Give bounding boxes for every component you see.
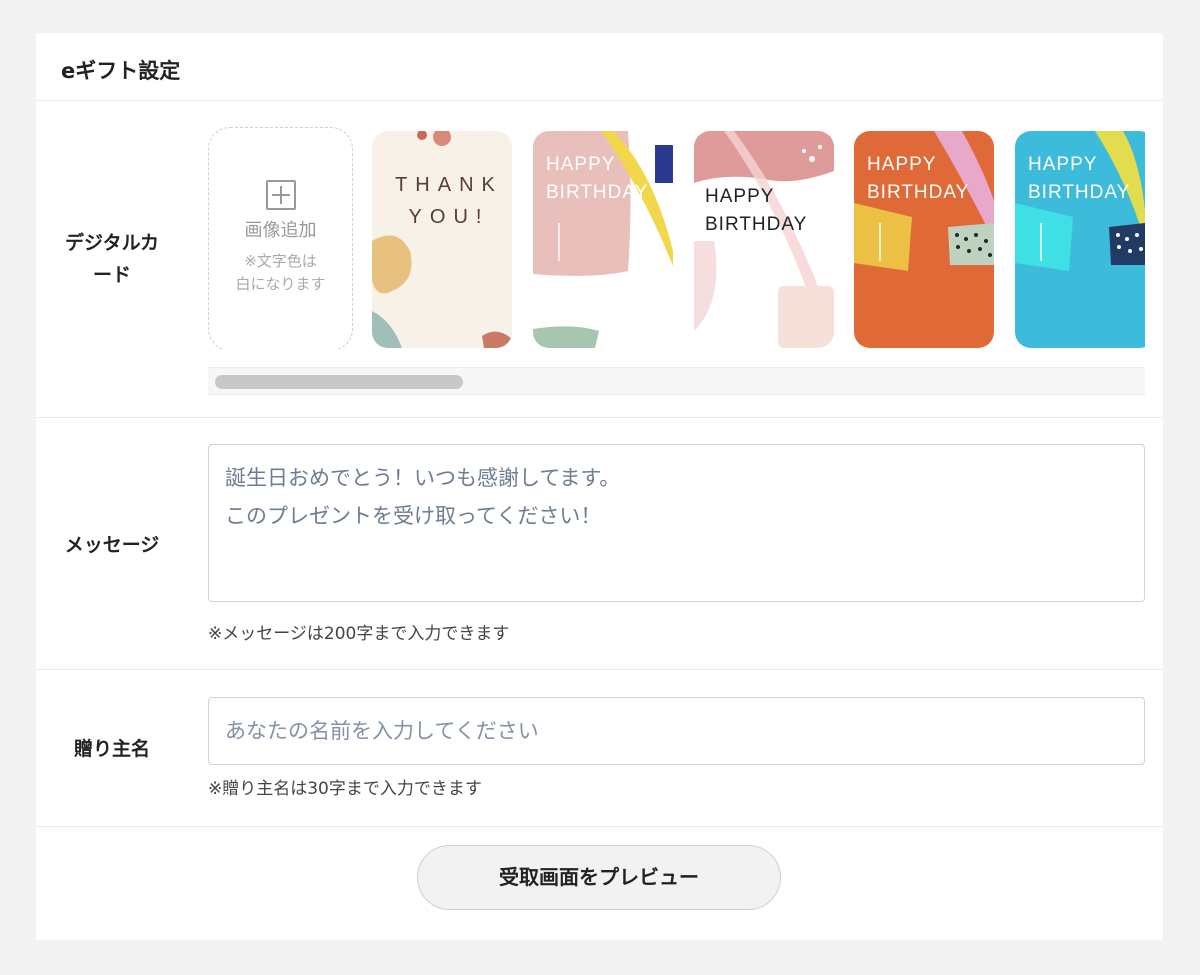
card-birthday-white-art <box>694 131 834 348</box>
card-birthday-blue-text: HAPPY BIRTHDAY <box>1028 154 1131 203</box>
add-image-button[interactable]: 画像追加 ※文字色は 白になります <box>208 127 353 349</box>
card-thank-you-art <box>372 131 512 348</box>
sender-name-hint: ※贈り主名は30字まで入力できます <box>208 779 482 799</box>
divider <box>36 417 1163 418</box>
card-birthday-pink-text: HAPPY BIRTHDAY <box>546 154 649 203</box>
message-label: メッセージ <box>64 534 160 556</box>
card-happy-birthday-orange[interactable]: HAPPY BIRTHDAY <box>854 131 994 348</box>
digital-card-label: デジタルカード <box>64 232 160 286</box>
divider <box>36 100 1163 101</box>
card-happy-birthday-pink[interactable]: HAPPY BIRTHDAY <box>533 131 673 348</box>
card-scrollbar[interactable] <box>208 367 1145 395</box>
preview-button[interactable]: 受取画面をプレビュー <box>417 845 781 910</box>
card-thank-you-text: THANK YOU! <box>395 174 503 228</box>
add-image-label: 画像追加 <box>244 220 317 241</box>
card-thank-you[interactable]: THANK YOU! <box>372 131 512 348</box>
card-birthday-orange-text: HAPPY BIRTHDAY <box>867 154 970 203</box>
message-hint: ※メッセージは200字まで入力できます <box>208 624 510 644</box>
divider <box>36 669 1163 670</box>
sender-name-input[interactable]: あなたの名前を入力してください <box>208 697 1145 765</box>
add-image-note: ※文字色は 白になります <box>235 252 326 293</box>
card-happy-birthday-blue[interactable]: HAPPY BIRTHDAY <box>1015 131 1145 348</box>
card-carousel[interactable]: 画像追加 ※文字色は 白になります THANK YOU! HAPPY BIRTH… <box>208 127 1145 349</box>
card-scrollbar-thumb[interactable] <box>215 375 463 389</box>
sender-name-label: 贈り主名 <box>73 738 150 760</box>
message-textarea[interactable]: 誕生日おめでとう！いつも感謝してます。 このプレゼントを受け取ってください！ <box>208 444 1145 602</box>
divider <box>36 826 1163 827</box>
egift-settings-panel: eギフト設定 デジタルカード 画像追加 ※文字色は 白になります THANK Y… <box>36 33 1163 940</box>
card-happy-birthday-white[interactable]: HAPPY BIRTHDAY <box>694 131 834 348</box>
card-birthday-white-text: HAPPY BIRTHDAY <box>705 186 808 235</box>
panel-title: eギフト設定 <box>61 59 181 83</box>
plus-square-icon <box>266 180 296 210</box>
